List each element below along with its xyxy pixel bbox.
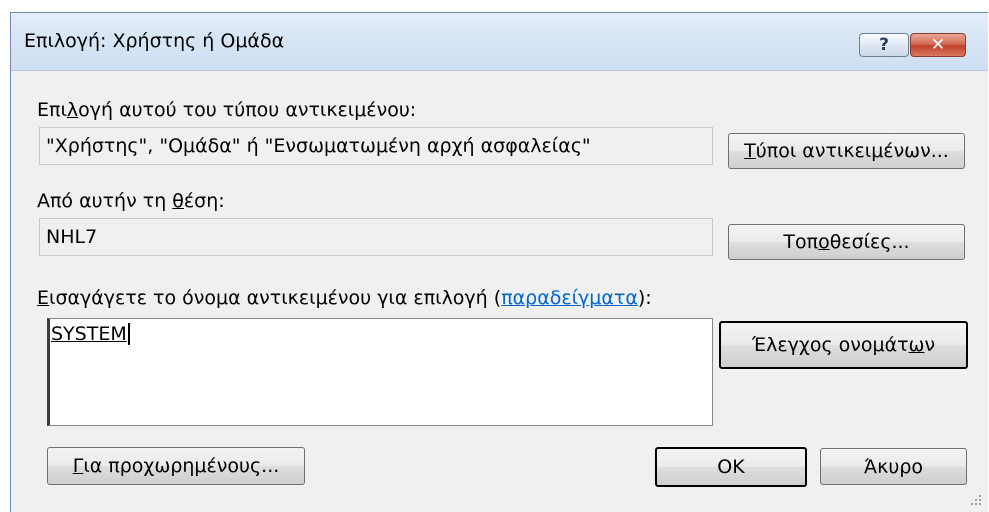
resize-grip-icon[interactable]: [970, 494, 982, 506]
close-button[interactable]: ✕: [910, 33, 966, 57]
location-label: Από αυτήν τη θέση:: [37, 190, 225, 212]
select-user-group-dialog: Επιλογή: Χρήστης ή Ομάδα ? ✕ Επιλογή αυτ…: [10, 12, 988, 512]
locations-button[interactable]: Τοπ ο θεσίες...: [728, 224, 965, 260]
title-bar: Επιλογή: Χρήστης ή Ομάδα ? ✕: [11, 13, 988, 71]
location-field: NHL7: [39, 218, 713, 256]
object-types-button[interactable]: Τύποι αντικειμένων...: [728, 133, 965, 169]
ok-button[interactable]: OK: [655, 447, 807, 487]
object-type-field: "Χρήστης", "Ομάδα" ή "Ενσωματωμένη αρχή …: [39, 127, 713, 165]
cancel-button[interactable]: Άκυρο: [820, 448, 967, 485]
dialog-title: Επιλογή: Χρήστης ή Ομάδα: [24, 30, 285, 52]
object-type-value: "Χρήστης", "Ομάδα" ή "Ενσωματωμένη αρχή …: [46, 135, 591, 157]
advanced-button[interactable]: Για προχωρημένους...: [47, 447, 305, 485]
close-icon: ✕: [930, 35, 946, 55]
object-name-input[interactable]: SYSTEM: [47, 318, 713, 426]
object-type-label: Επιλογή αυτού του τύπου αντικειμένου:: [37, 99, 417, 121]
check-names-button[interactable]: Έλεγχος ονομάτ ω ν: [719, 321, 968, 369]
help-button[interactable]: ?: [859, 33, 909, 57]
object-name-value: SYSTEM: [51, 323, 130, 345]
location-value: NHL7: [46, 226, 98, 248]
help-icon: ?: [879, 35, 889, 55]
examples-link[interactable]: παραδείγματα: [501, 287, 638, 309]
object-name-label: Εισαγάγετε το όνομα αντικειμένου για επι…: [37, 287, 652, 309]
